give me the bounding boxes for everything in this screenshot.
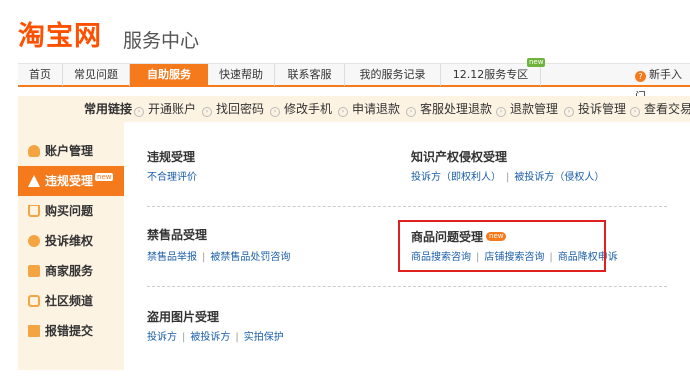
link-separator: | xyxy=(235,332,239,343)
link-separator: | xyxy=(202,252,206,263)
quick-link-view-trades[interactable]: › 查看交易 xyxy=(630,96,690,122)
link-ip-complainant[interactable]: 投诉方（即权利人） xyxy=(411,172,501,183)
sidebar-item-community[interactable]: 社区频道 xyxy=(18,286,124,316)
sidebar-item-label: 报错提交 xyxy=(45,324,94,338)
arrow-icon: › xyxy=(564,107,574,117)
sidebar-item-label: 投诉维权 xyxy=(45,234,94,248)
quick-link-recover-password[interactable]: › 找回密码 xyxy=(202,96,264,122)
arrow-icon: › xyxy=(630,107,640,117)
sidebar-item-label: 商家服务 xyxy=(45,264,94,278)
highlight-box xyxy=(398,220,606,272)
sidebar-item-report-error[interactable]: 报错提交 xyxy=(18,316,124,346)
store-icon xyxy=(28,265,40,277)
shield-icon xyxy=(28,235,40,247)
quick-link-open-account[interactable]: › 开通账户 xyxy=(134,96,196,122)
violation-links: 不合理评价 xyxy=(147,168,197,183)
link-unreasonable-review[interactable]: 不合理评价 xyxy=(147,172,197,183)
section-title-violation: 违规受理 xyxy=(147,150,196,164)
quick-link-cs-refund[interactable]: › 客服处理退款 xyxy=(406,96,492,122)
taobao-logo[interactable]: 淘宝网 xyxy=(18,14,102,53)
arrow-icon: › xyxy=(406,107,416,117)
sidebar-item-label: 违规受理 xyxy=(45,174,94,188)
report-icon xyxy=(28,325,40,337)
sidebar-item-account[interactable]: 账户管理 xyxy=(18,136,124,166)
sidebar-item-violation[interactable]: 违规受理 new xyxy=(18,166,126,196)
banned-links: 禁售品举报 | 被禁售品处罚咨询 xyxy=(147,248,290,263)
section-title-image: 盗用图片受理 xyxy=(147,310,220,324)
nav-faq[interactable]: 常见问题 xyxy=(63,64,130,86)
cart-icon xyxy=(28,205,40,217)
help-icon: ? xyxy=(635,71,646,82)
sidebar-item-purchase[interactable]: 购买问题 xyxy=(18,196,124,226)
sidebar-item-complaint[interactable]: 投诉维权 xyxy=(18,226,124,256)
main-nav: 首页 常见问题 自助服务 快速帮助 联系客服 我的服务记录 12.12服务专区 … xyxy=(18,58,690,103)
nav-contact[interactable]: 联系客服 xyxy=(275,64,345,86)
sidebar: 账户管理 违规受理 new 购买问题 投诉维权 商家服务 社区频道 报错提交 xyxy=(18,122,126,370)
link-ip-respondent[interactable]: 被投诉方（侵权人） xyxy=(514,172,604,183)
section-divider xyxy=(147,286,667,287)
main-panel: 违规受理 不合理评价 知识产权侵权受理 投诉方（即权利人） | 被投诉方（侵权人） … xyxy=(124,122,690,370)
warning-icon xyxy=(28,175,40,187)
link-image-complainant[interactable]: 投诉方 xyxy=(147,332,177,343)
quick-link-apply-refund[interactable]: › 申请退款 xyxy=(338,96,400,122)
header: 淘宝网 服务中心 xyxy=(0,0,690,62)
sidebar-item-merchant[interactable]: 商家服务 xyxy=(18,256,124,286)
link-separator: | xyxy=(182,332,186,343)
nav-self-service[interactable]: 自助服务 xyxy=(130,64,208,86)
quick-link-label: 客服处理退款 xyxy=(420,102,493,116)
quick-link-label: 开通账户 xyxy=(148,102,197,116)
arrow-icon: › xyxy=(338,107,348,117)
ip-links: 投诉方（即权利人） | 被投诉方（侵权人） xyxy=(411,168,604,183)
arrow-icon: › xyxy=(202,107,212,117)
quick-link-refund-management[interactable]: › 退款管理 xyxy=(496,96,558,122)
quick-link-label: 退款管理 xyxy=(510,102,559,116)
link-image-respondent[interactable]: 被投诉方 xyxy=(190,332,230,343)
quick-link-change-phone[interactable]: › 修改手机 xyxy=(270,96,332,122)
arrow-icon: › xyxy=(496,107,506,117)
nav-service-records[interactable]: 我的服务记录 xyxy=(345,64,441,86)
sidebar-item-label: 社区频道 xyxy=(45,294,94,308)
quick-link-label: 修改手机 xyxy=(284,102,333,116)
user-icon xyxy=(28,145,40,157)
link-banned-penalty[interactable]: 被禁售品处罚咨询 xyxy=(210,252,290,263)
section-title-banned: 禁售品受理 xyxy=(147,228,208,242)
service-center-title: 服务中心 xyxy=(123,30,200,52)
quick-link-label: 查看交易 xyxy=(644,102,690,116)
quick-links-title: 常用链接 xyxy=(84,102,133,116)
quick-link-label: 申请退款 xyxy=(352,102,401,116)
link-separator: | xyxy=(506,172,510,183)
quick-links-bar: 常用链接 › 开通账户 › 找回密码 › 修改手机 › 申请退款 › 客服处理退款 › 退款… xyxy=(18,96,690,122)
section-title-ip: 知识产权侵权受理 xyxy=(411,150,508,164)
new-badge: new xyxy=(95,173,114,181)
link-photo-protection[interactable]: 实拍保护 xyxy=(244,332,284,343)
arrow-icon: › xyxy=(134,107,144,117)
nav-beginner-guide[interactable]: ?新手入门 xyxy=(635,64,690,103)
nav-1212-zone[interactable]: 12.12服务专区 xyxy=(441,64,541,86)
nav-quick-help[interactable]: 快速帮助 xyxy=(208,64,275,86)
nav-home[interactable]: 首页 xyxy=(18,64,63,86)
arrow-icon: › xyxy=(270,107,280,117)
sidebar-item-label: 账户管理 xyxy=(45,144,94,158)
new-badge: new xyxy=(527,58,546,67)
image-links: 投诉方 | 被投诉方 | 实拍保护 xyxy=(147,328,284,343)
quick-link-label: 投诉管理 xyxy=(578,102,627,116)
quick-link-complaint-management[interactable]: › 投诉管理 xyxy=(564,96,626,122)
link-banned-report[interactable]: 禁售品举报 xyxy=(147,252,197,263)
quick-link-label: 找回密码 xyxy=(216,102,265,116)
section-divider xyxy=(147,206,667,207)
sidebar-item-label: 购买问题 xyxy=(45,204,94,218)
chat-icon xyxy=(28,295,40,307)
